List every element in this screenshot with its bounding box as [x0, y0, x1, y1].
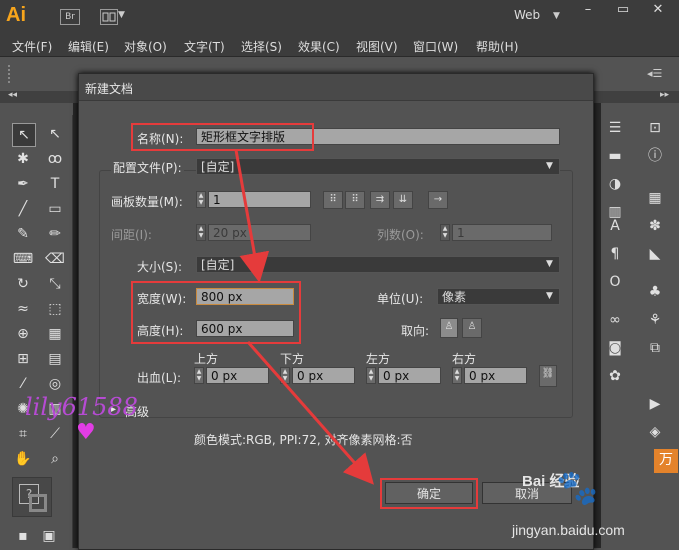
- site-url: jingyan.baidu.com: [512, 522, 625, 538]
- arrow-name-to-size: [234, 149, 270, 283]
- arrow-size-to-ok: [246, 341, 374, 485]
- annotation-arrows: [234, 149, 374, 485]
- heart-icon: ♥: [76, 420, 96, 445]
- paw-logo-icon: 🐾: [556, 468, 599, 508]
- author-watermark: lily61588: [25, 393, 138, 421]
